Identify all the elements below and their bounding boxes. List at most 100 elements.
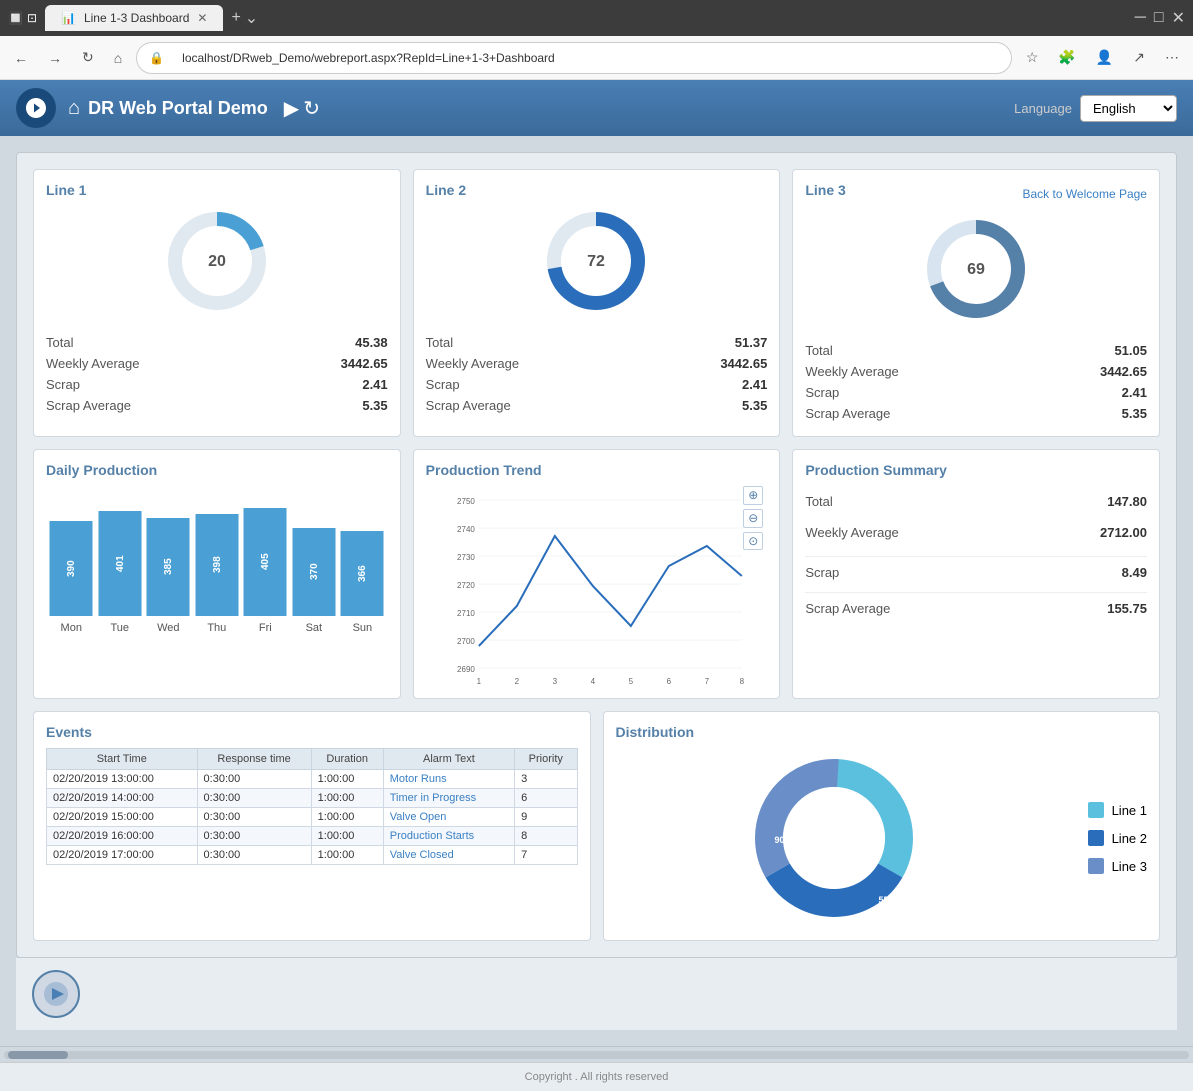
close-btn[interactable]: ✕ (1172, 8, 1185, 28)
line2-title: Line 2 (426, 182, 768, 198)
bottom-row: Events Start Time Response time Duration… (33, 711, 1160, 941)
top-row: Line 1 20 Total 45.38 Weekly Average (33, 169, 1160, 437)
line2-weekly-row: Weekly Average 3442.65 (426, 353, 768, 374)
event-response: 0:30:00 (197, 846, 311, 865)
legend-line2: Line 2 (1088, 830, 1147, 846)
line3-scrap-label: Scrap (805, 385, 839, 400)
footer-area (16, 958, 1177, 1030)
line3-donut-chart: 69 (921, 214, 1031, 324)
svg-text:7: 7 (704, 677, 709, 686)
scrollbar[interactable] (0, 1046, 1193, 1062)
line1-weekly-row: Weekly Average 3442.65 (46, 353, 388, 374)
svg-text:8: 8 (739, 677, 744, 686)
line2-weekly-value: 3442.65 (720, 356, 767, 371)
browser-tab[interactable]: 📊 Line 1-3 Dashboard ✕ (45, 5, 223, 31)
svg-text:5: 5 (628, 677, 633, 686)
back-to-welcome-link[interactable]: Back to Welcome Page (1022, 187, 1147, 201)
event-start: 02/20/2019 16:00:00 (47, 827, 198, 846)
events-col-alarm: Alarm Text (383, 749, 514, 770)
home-btn[interactable]: ⌂ (108, 46, 128, 70)
line3-scrap-avg-label: Scrap Average (805, 406, 890, 421)
summary-weekly-row: Weekly Average 2712.00 (805, 517, 1147, 548)
bar-sat-value: 370 (293, 528, 336, 616)
svg-text:1: 1 (476, 677, 481, 686)
extensions-btn[interactable]: 🧩 (1052, 45, 1081, 70)
event-alarm: Motor Runs (383, 770, 514, 789)
events-title: Events (46, 724, 578, 740)
minimize-btn[interactable]: ─ (1135, 8, 1146, 28)
scrollbar-thumb[interactable] (8, 1051, 68, 1059)
bar-fri-value: 405 (244, 508, 287, 616)
copyright-text: Copyright . All rights reserved (525, 1071, 669, 1083)
bookmark-btn[interactable]: ☆ (1020, 45, 1045, 70)
bar-tue: 401 (99, 511, 142, 616)
event-duration: 1:00:00 (311, 808, 383, 827)
line1-panel: Line 1 20 Total 45.38 Weekly Average (33, 169, 401, 437)
event-row: 02/20/2019 16:00:00 0:30:00 1:00:00 Prod… (47, 827, 578, 846)
svg-text:2710: 2710 (457, 609, 475, 618)
legend-line3-label: Line 3 (1112, 859, 1147, 874)
language-select[interactable]: English (1080, 95, 1177, 122)
line1-donut-chart: 20 (162, 206, 272, 316)
line2-donut-container: 72 (426, 206, 768, 316)
home-btn[interactable]: ⌂ (68, 97, 80, 120)
events-panel: Events Start Time Response time Duration… (33, 711, 591, 941)
zoom-out-btn[interactable]: ⊖ (743, 509, 763, 528)
menu-btn[interactable]: ⋯ (1159, 45, 1185, 70)
dashboard-container: Line 1 20 Total 45.38 Weekly Average (16, 152, 1177, 958)
svg-text:3: 3 (552, 677, 557, 686)
bar-label-sat: Sat (293, 622, 336, 634)
refresh-btn[interactable]: ↻ (76, 45, 100, 70)
svg-text:2690: 2690 (457, 665, 475, 674)
line3-donut-value: 69 (967, 261, 985, 278)
zoom-reset-btn[interactable]: ⊙ (743, 532, 763, 551)
distribution-content: 900 550 Line 1 Line 2 (616, 748, 1148, 928)
bar-sun-value: 366 (341, 531, 384, 616)
summary-weekly-value: 2712.00 (1100, 525, 1147, 540)
address-input[interactable] (170, 47, 999, 69)
bar-sun: 366 (341, 531, 384, 616)
scrollbar-track (4, 1051, 1189, 1059)
line3-weekly-value: 3442.65 (1100, 364, 1147, 379)
bar-thu: 398 (196, 514, 239, 616)
browser-chrome: 🔲 ⊡ 📊 Line 1-3 Dashboard ✕ + ⌄ ─ □ ✕ ← →… (0, 0, 1193, 80)
events-col-start: Start Time (47, 749, 198, 770)
back-btn[interactable]: ← (8, 46, 34, 70)
event-start: 02/20/2019 15:00:00 (47, 808, 198, 827)
bar-thu-value: 398 (196, 514, 239, 616)
play-btn[interactable]: ▶ (284, 96, 299, 121)
line2-stats: Total 51.37 Weekly Average 3442.65 Scrap… (426, 332, 768, 416)
distribution-title: Distribution (616, 724, 1148, 740)
event-row: 02/20/2019 13:00:00 0:30:00 1:00:00 Moto… (47, 770, 578, 789)
distribution-donut: 900 550 (744, 748, 944, 928)
line3-panel: Line 3 Back to Welcome Page 69 Total 51.… (792, 169, 1160, 437)
line2-scrap-row: Scrap 2.41 (426, 374, 768, 395)
line3-scrap-row: Scrap 2.41 (805, 382, 1147, 403)
daily-production-panel: Daily Production 390 401 385 398 (33, 449, 401, 699)
new-tab-btn[interactable]: + (231, 9, 240, 27)
events-table: Start Time Response time Duration Alarm … (46, 748, 578, 865)
refresh-header-btn[interactable]: ↻ (303, 96, 320, 121)
bar-label-thu: Thu (196, 622, 239, 634)
legend-line1: Line 1 (1088, 802, 1147, 818)
legend-line2-color (1088, 830, 1104, 846)
legend-line2-label: Line 2 (1112, 831, 1147, 846)
line1-scrap-avg-value: 5.35 (362, 398, 387, 413)
share-btn[interactable]: ↗ (1127, 45, 1151, 70)
events-body: 02/20/2019 13:00:00 0:30:00 1:00:00 Moto… (47, 770, 578, 865)
event-alarm: Production Starts (383, 827, 514, 846)
profile-btn[interactable]: 👤 (1090, 45, 1119, 70)
event-priority: 7 (515, 846, 577, 865)
line3-title: Line 3 (805, 182, 845, 198)
legend-line1-label: Line 1 (1112, 803, 1147, 818)
distribution-chart: 900 550 (616, 748, 1072, 928)
language-label: Language (1014, 101, 1072, 116)
forward-btn[interactable]: → (42, 46, 68, 70)
line2-total-label: Total (426, 335, 453, 350)
tab-close-btn[interactable]: ✕ (197, 11, 207, 25)
middle-row: Daily Production 390 401 385 398 (33, 449, 1160, 699)
maximize-btn[interactable]: □ (1154, 8, 1164, 28)
tab-list-btn[interactable]: ⌄ (245, 8, 258, 28)
line1-scrap-row: Scrap 2.41 (46, 374, 388, 395)
zoom-in-btn[interactable]: ⊕ (743, 486, 763, 505)
